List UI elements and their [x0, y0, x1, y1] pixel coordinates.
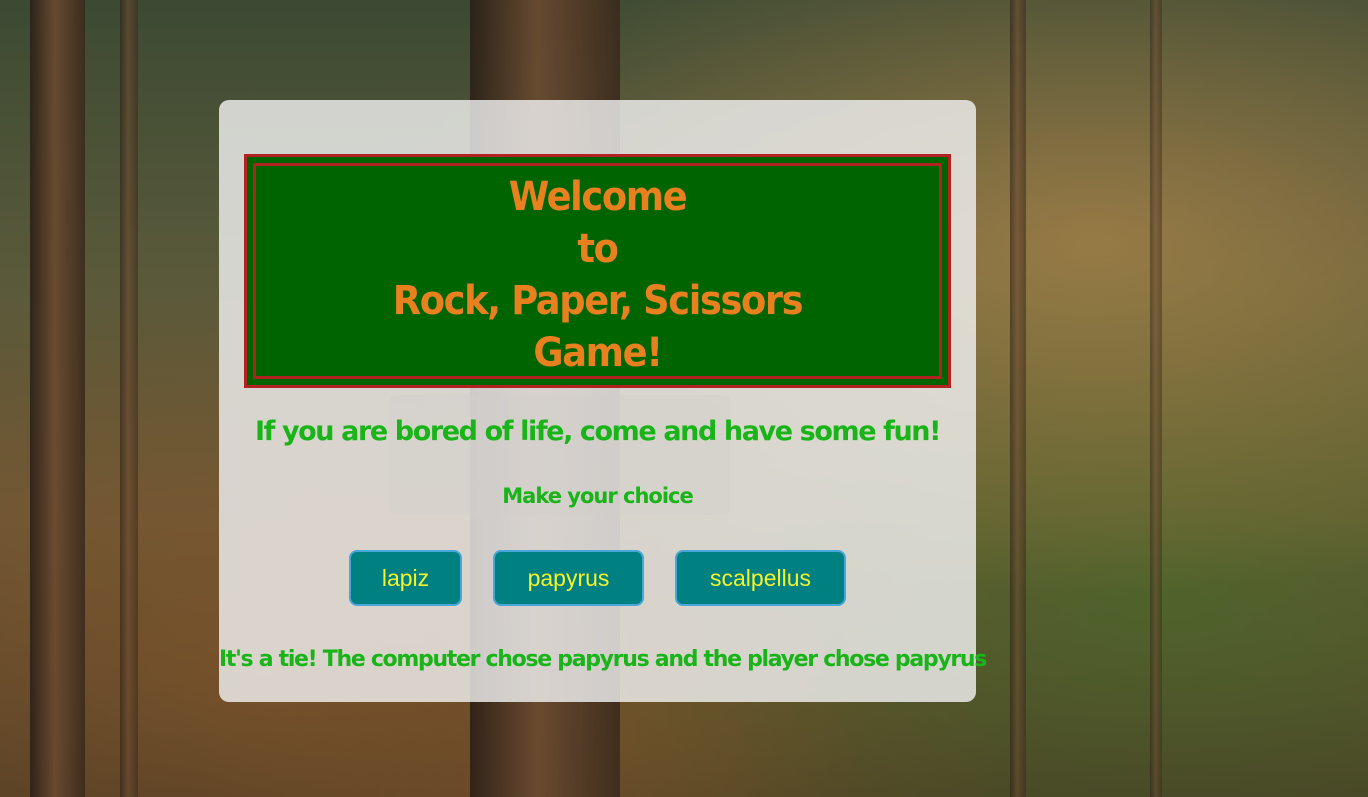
result-message: It's a tie! The computer chose papyrus a…: [219, 647, 987, 672]
banner-line-game: Game!: [533, 330, 663, 376]
tree-trunk: [1150, 0, 1162, 797]
welcome-banner: Welcome to Rock, Paper, Scissors Game!: [244, 154, 951, 388]
banner-line-welcome: Welcome: [508, 174, 688, 220]
choice-prompt: Make your choice: [502, 484, 693, 508]
scalpellus-button[interactable]: scalpellus: [675, 550, 846, 606]
tree-trunk: [120, 0, 138, 797]
game-card: Welcome to Rock, Paper, Scissors Game! I…: [219, 100, 987, 702]
banner-title: Welcome to Rock, Paper, Scissors Game!: [275, 171, 920, 379]
tree-trunk: [30, 0, 85, 797]
tree-trunk: [1010, 0, 1026, 797]
papyrus-button[interactable]: papyrus: [493, 550, 644, 606]
banner-line-game-name: Rock, Paper, Scissors: [392, 278, 804, 324]
lapiz-button[interactable]: lapiz: [349, 550, 462, 606]
tagline: If you are bored of life, come and have …: [254, 416, 941, 447]
banner-line-to: to: [577, 226, 619, 272]
